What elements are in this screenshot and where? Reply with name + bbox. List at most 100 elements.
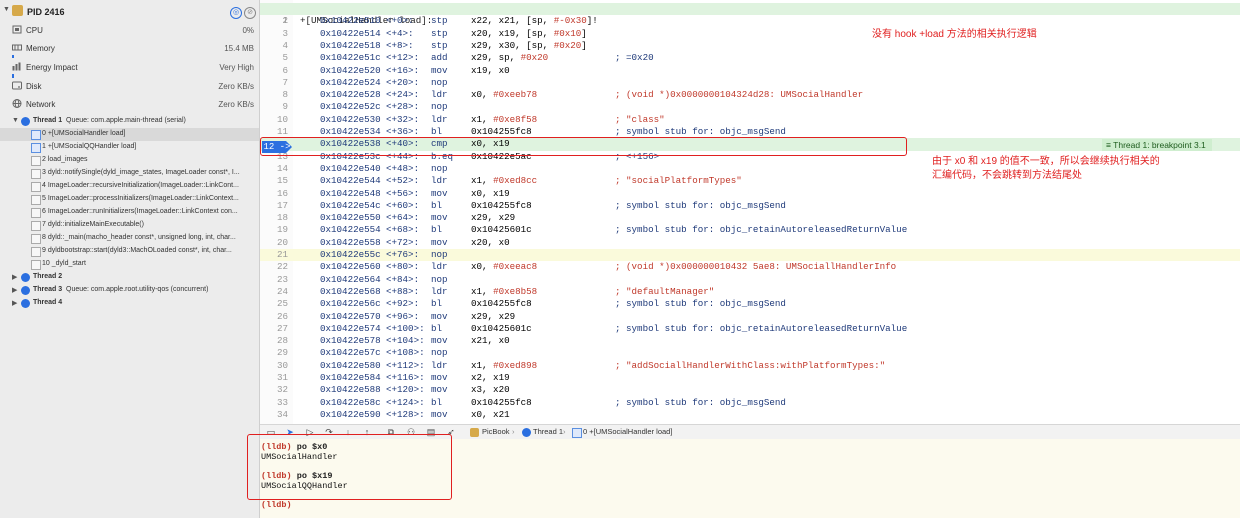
system-frame-icon	[31, 182, 41, 192]
address: 0x10422e51c	[320, 52, 381, 64]
offset: <+64>:	[386, 212, 420, 224]
lldb-console[interactable]: (lldb) po $x0 UMSocialHandler (lldb) po …	[247, 434, 1240, 518]
mnemonic: nop	[431, 162, 448, 174]
gauge-cpu[interactable]: CPU 0%	[0, 22, 259, 40]
disclosure-triangle-icon[interactable]: ▶	[12, 299, 17, 307]
user-frame-icon	[31, 143, 41, 153]
stack-frame-row[interactable]: 5 ImageLoader::processInitializers(Image…	[0, 193, 259, 206]
operands: x2, x19	[471, 372, 510, 383]
comment: ; symbol stub for: objc_msgSend	[615, 298, 786, 310]
offset: <+124>:	[386, 396, 425, 408]
mnemonic: mov	[431, 335, 448, 347]
disclosure-triangle-icon[interactable]: ▶	[12, 286, 17, 294]
disclosure-triangle-icon[interactable]: ▼	[12, 117, 19, 124]
view-options-icon[interactable]: ◎	[230, 7, 242, 19]
disclosure-triangle-icon[interactable]: ▶	[12, 273, 17, 281]
thread-icon	[522, 428, 531, 437]
mnemonic: mov	[431, 408, 448, 420]
stack-frame-row[interactable]: 0 +[UMSocialHandler load]	[0, 128, 259, 141]
code-line: 31 0x10422e584 <+116>: mov x2, x19	[260, 372, 1240, 384]
address: 0x10422e54c	[320, 199, 381, 211]
stack-frame-row[interactable]: 8 dyld::_main(macho_header const*, unsig…	[0, 232, 259, 245]
offset: <+104>:	[386, 335, 425, 347]
address: 0x10422e514	[320, 27, 381, 39]
annotation-note-top: 没有 hook +load 方法的相关执行逻辑	[872, 29, 1037, 40]
cpu-icon	[12, 25, 22, 34]
line-number: 27	[276, 322, 288, 334]
operands: 0x104255fc8	[471, 298, 532, 310]
stack-frame-row[interactable]: 10 _dyld_start	[0, 258, 259, 271]
code-line: 9 0x10422e52c <+28>: nop	[260, 101, 1240, 113]
stack-frame-row[interactable]: 7 dyld::initializeMainExecutable()	[0, 219, 259, 232]
gauge-network[interactable]: Network Zero KB/s	[0, 96, 259, 114]
address: 0x10422e560	[320, 261, 381, 273]
stack-frame-row[interactable]: 9 dyldbootstrap::start(dyld3::MachOLoade…	[0, 245, 259, 258]
operands: 0x10425601c	[471, 224, 532, 236]
address: 0x10422e52c	[320, 101, 381, 113]
mnemonic: mov	[431, 372, 448, 383]
stack-frame-row[interactable]: 6 ImageLoader::runInitializers(ImageLoad…	[0, 206, 259, 219]
disassembly-editor[interactable]: 1 +[UMSocialHandler load]: 2 0x10422e510 <+…	[260, 0, 1240, 424]
line-number: 6	[282, 64, 288, 76]
system-frame-icon	[31, 156, 41, 166]
mnemonic: stp	[431, 39, 448, 51]
disclosure-triangle-icon[interactable]: ▼	[3, 6, 10, 13]
app-icon	[470, 428, 479, 437]
mnemonic: bl	[431, 199, 443, 211]
thread-row[interactable]: ▶ Thread 4	[0, 297, 259, 310]
mnemonic: mov	[431, 187, 448, 199]
mnemonic: mov	[431, 236, 448, 248]
stack-frame-row[interactable]: 1 +[UMSocialQQHandler load]	[0, 141, 259, 154]
line-number: 33	[276, 396, 288, 408]
breadcrumb-frame[interactable]: 0 +[UMSocialHandler load]	[583, 427, 672, 436]
line-number: 26	[276, 310, 288, 322]
stack-frame-row[interactable]: 4 ImageLoader::recursiveInitialization(I…	[0, 180, 259, 193]
system-frame-icon	[31, 195, 41, 205]
operands: x20, x19, [sp, #0x10]	[471, 27, 587, 39]
line-number: 2	[282, 15, 288, 27]
user-frame-icon	[31, 130, 41, 140]
code-line: 34 0x10422e590 <+128>: mov x0, x21	[260, 409, 1240, 421]
comment: ; "socialPlatformTypes"	[615, 175, 742, 187]
code-line: 23 0x10422e564 <+84>: nop	[260, 274, 1240, 286]
address: 0x10422e578	[320, 335, 381, 347]
process-row[interactable]: ▼ PID 2416 ◎ ⊘	[0, 3, 259, 21]
line-number: 31	[276, 372, 288, 383]
line-number: 7	[282, 76, 288, 88]
thread-row[interactable]: ▶ Thread 2	[0, 271, 259, 284]
address: 0x10422e550	[320, 212, 381, 224]
mnemonic: stp	[431, 15, 448, 27]
gauge-memory[interactable]: Memory 15.4 MB	[0, 40, 259, 58]
stack-frame-row[interactable]: 3 dyld::notifySingle(dyld_image_states, …	[0, 167, 259, 180]
comment: ; symbol stub for: objc_msgSend	[615, 396, 786, 408]
mnemonic: bl	[431, 396, 443, 408]
code-line: 20 0x10422e558 <+72>: mov x20, x0	[260, 237, 1240, 249]
offset: <+128>:	[386, 408, 425, 420]
breakpoint-label: ≡ Thread 1: breakpoint 3.1	[1102, 139, 1212, 151]
gauge-disk[interactable]: Disk Zero KB/s	[0, 78, 259, 96]
offset: <+56>:	[386, 187, 420, 199]
filter-icon[interactable]: ⊘	[244, 7, 256, 19]
thread-row[interactable]: ▶ Thread 3 Queue: com.apple.root.utility…	[0, 284, 259, 297]
comment: ; (void *)0x0000000104324d28: UMSocialHa…	[615, 89, 864, 101]
mnemonic: mov	[431, 310, 448, 322]
console-prompt[interactable]: (lldb)	[261, 500, 292, 510]
breadcrumb-thread[interactable]: Thread 1	[533, 427, 563, 436]
address: 0x10422e540	[320, 162, 381, 174]
offset: <+120>:	[386, 384, 425, 396]
mnemonic: ldr	[431, 175, 448, 187]
code-line: 5 0x10422e51c <+12>: add x29, sp, #0x20 ; =0x…	[260, 52, 1240, 64]
stack-frame-row[interactable]: 2 load_images	[0, 154, 259, 167]
code-line: 29 0x10422e57c <+108>: nop	[260, 347, 1240, 359]
line-number: 30	[276, 359, 288, 371]
offset: <+12>:	[386, 52, 420, 64]
address: 0x10422e574	[320, 322, 381, 334]
breadcrumb-app[interactable]: PicBook	[482, 427, 510, 436]
comment: ; "class"	[615, 113, 665, 125]
comment: ; "addSociallHandlerWithClass:withPlatfo…	[615, 359, 886, 371]
thread-row[interactable]: ▼ Thread 1 Queue: com.apple.main-thread …	[0, 115, 259, 128]
code-line: 30 0x10422e580 <+112>: ldr x1, #0xed898 ; "ad…	[260, 360, 1240, 372]
gauge-energy[interactable]: Energy Impact Very High	[0, 59, 259, 78]
mnemonic: add	[431, 52, 448, 64]
line-number: 19	[276, 224, 288, 236]
